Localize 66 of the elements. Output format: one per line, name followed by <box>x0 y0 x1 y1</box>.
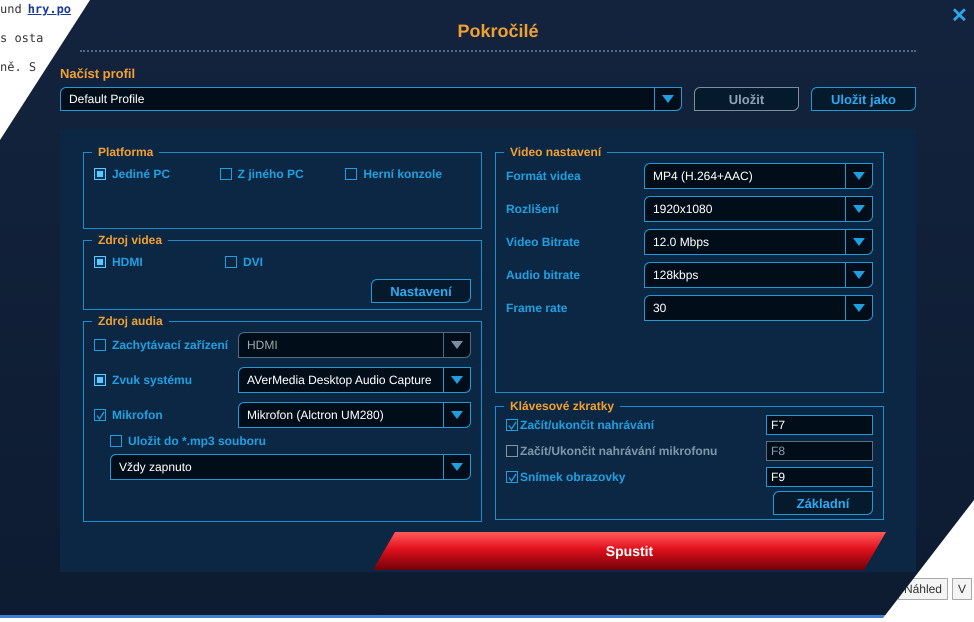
setting-label: Rozlišení <box>506 202 559 216</box>
page-button[interactable]: V <box>952 578 972 600</box>
dropdown-field[interactable]: Default Profile <box>60 87 682 111</box>
dropdown-arrow-icon <box>451 411 463 419</box>
checkbox[interactable] <box>220 168 232 180</box>
dialog-title: Pokročilé <box>457 20 539 42</box>
profile-button[interactable]: Uložit jako <box>811 87 916 111</box>
setting-label: Audio bitrate <box>506 268 580 282</box>
dropdown-field[interactable]: 128kbps <box>644 262 873 288</box>
setting-label: Video Bitrate <box>506 235 580 249</box>
dropdown-field[interactable]: 1920x1080 <box>644 196 873 222</box>
dropdown-arrow-icon <box>853 271 865 279</box>
platform-option[interactable]: Jediné PC <box>94 167 220 181</box>
checkbox[interactable] <box>94 256 106 268</box>
checkbox[interactable] <box>345 168 358 180</box>
default-button[interactable]: Základní <box>773 491 873 515</box>
group-title: Platforma <box>97 145 154 159</box>
checkbox[interactable] <box>94 374 106 386</box>
close-button[interactable]: ✕ <box>951 6 968 26</box>
shortcut-key-field[interactable]: F8 <box>766 441 873 461</box>
profile-label: Načíst profil <box>60 66 136 81</box>
group-title: Video nastavení <box>509 145 602 159</box>
group-title: Zdroj audia <box>97 314 164 328</box>
shortcut-option[interactable]: Začít/ukončit nahrávání <box>506 418 654 432</box>
dropdown-arrow-icon <box>853 205 865 213</box>
checkbox[interactable] <box>94 409 106 421</box>
dropdown-arrow-icon <box>853 172 865 180</box>
shortcut-key-field[interactable]: F9 <box>766 467 873 487</box>
audio-option[interactable]: Mikrofon <box>94 408 163 422</box>
setting-label: Formát videa <box>506 169 581 183</box>
dropdown-arrow-icon <box>451 376 463 384</box>
dropdown-field[interactable]: MP4 (H.264+AAC) <box>644 163 873 189</box>
setting-label: Frame rate <box>506 301 568 315</box>
dropdown-field[interactable]: 30 <box>644 295 873 321</box>
video-source-option[interactable]: DVI <box>225 255 356 269</box>
checkbox[interactable] <box>110 435 122 447</box>
mp3-option[interactable]: Uložit do *.mp3 souboru <box>110 434 266 448</box>
dropdown-arrow-icon <box>853 304 865 312</box>
dropdown-arrow-icon <box>451 463 463 471</box>
platform-option[interactable]: Z jiného PC <box>220 167 346 181</box>
platform-option[interactable]: Herní konzole <box>345 167 472 181</box>
dropdown-arrow-icon <box>662 95 674 103</box>
page-text: s osta <box>0 31 44 45</box>
dropdown-field[interactable]: Mikrofon (Alctron UM280) <box>238 402 471 428</box>
group-title: Klávesové zkratky <box>509 399 616 413</box>
checkbox[interactable] <box>506 445 518 457</box>
start-button[interactable]: Spustit <box>373 532 886 570</box>
checkbox[interactable] <box>506 419 518 431</box>
dropdown-arrow-icon <box>451 341 463 349</box>
page-link[interactable]: hry.po <box>28 2 72 16</box>
dropdown-arrow-icon <box>853 238 865 246</box>
audio-option[interactable]: Zvuk systému <box>94 373 192 387</box>
shortcut-option[interactable]: Začít/Ukončit nahrávání mikrofonu <box>506 444 718 458</box>
dropdown-field[interactable]: AVerMedia Desktop Audio Capture <box>238 367 471 393</box>
checkbox[interactable] <box>506 471 518 483</box>
settings-button[interactable]: Nastavení <box>371 279 471 303</box>
checkbox[interactable] <box>94 168 106 180</box>
video-source-option[interactable]: HDMI <box>94 255 225 269</box>
dropdown-field[interactable]: Vždy zapnuto <box>110 454 471 480</box>
dropdown-field[interactable]: 12.0 Mbps <box>644 229 873 255</box>
page-text: und <box>0 2 22 16</box>
shortcut-key-field[interactable]: F7 <box>766 415 873 435</box>
page-text: ně. S <box>0 60 36 74</box>
checkbox[interactable] <box>225 256 237 268</box>
group-title: Zdroj videa <box>97 233 164 247</box>
shortcut-option[interactable]: Snímek obrazovky <box>506 470 626 484</box>
